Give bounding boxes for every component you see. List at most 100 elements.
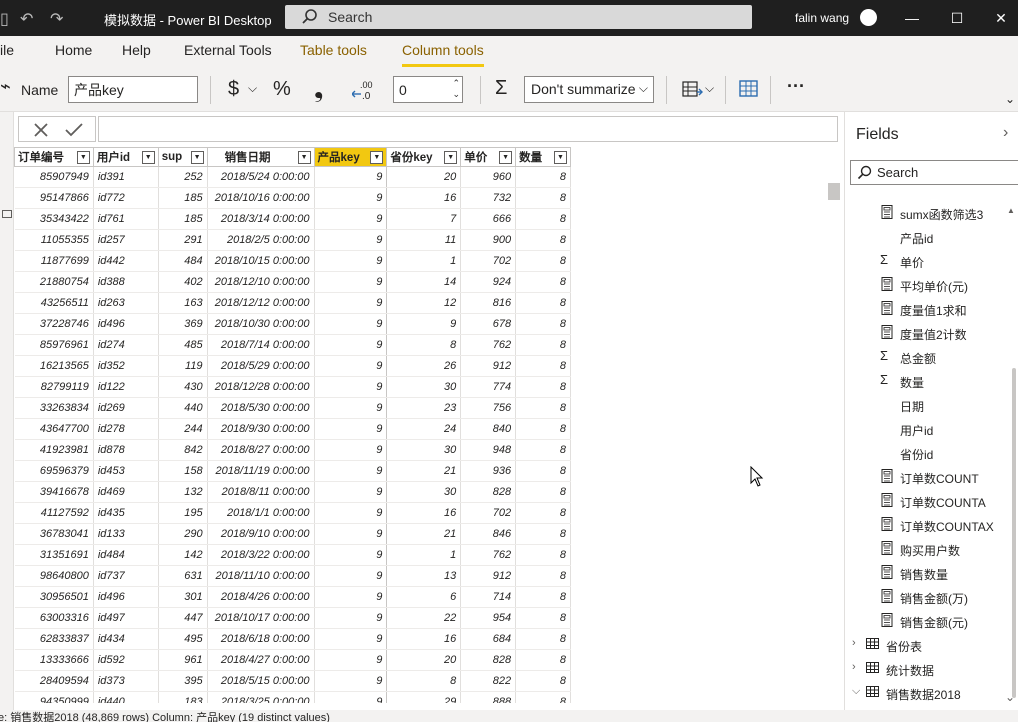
table-cell[interactable]: id442 (93, 250, 159, 272)
table-cell[interactable]: 8 (515, 670, 571, 692)
grid-scrollbar[interactable] (826, 180, 842, 700)
table-cell[interactable]: 9 (313, 649, 388, 671)
table-row[interactable]: 62833837 id434 495 2018/6/18 0:00:00 9 16 684 8 (14, 628, 571, 650)
table-cell[interactable]: 9 (313, 691, 388, 703)
table-cell[interactable]: 8 (515, 523, 571, 545)
table-cell[interactable]: 756 (460, 397, 517, 419)
table-cell[interactable]: 21 (386, 523, 462, 545)
table-cell[interactable]: 13333666 (14, 649, 94, 671)
table-cell[interactable]: 8 (515, 208, 571, 230)
table-cell[interactable]: 395 (158, 670, 208, 692)
table-cell[interactable]: 430 (158, 376, 208, 398)
table-cell[interactable]: 9 (313, 397, 388, 419)
table-cell[interactable]: 8 (386, 670, 462, 692)
table-cell[interactable]: 69596379 (14, 460, 94, 482)
summarization-dropdown[interactable]: Don't summarize ⌵ (524, 76, 654, 103)
table-cell[interactable]: 195 (158, 502, 208, 524)
table-cell[interactable]: 822 (460, 670, 517, 692)
table-cell[interactable]: 7 (386, 208, 462, 230)
table-cell[interactable]: 62833837 (14, 628, 94, 650)
table-cell[interactable]: 8 (515, 355, 571, 377)
table-cell[interactable]: 30 (386, 376, 462, 398)
table-cell[interactable]: 132 (158, 481, 208, 503)
table-cell[interactable]: 2018/10/17 0:00:00 (207, 607, 315, 629)
table-cell[interactable]: id122 (93, 376, 159, 398)
table-cell[interactable]: 961 (158, 649, 208, 671)
table-cell[interactable]: 2018/10/16 0:00:00 (207, 187, 315, 209)
table-cell[interactable]: 8 (515, 502, 571, 524)
table-cell[interactable]: 9 (386, 313, 462, 335)
table-cell[interactable]: 8 (515, 565, 571, 587)
table-cell[interactable]: 9 (313, 439, 388, 461)
table-cell[interactable]: 30 (386, 439, 462, 461)
chevron-down-icon[interactable]: ⌵ (705, 81, 714, 96)
undo-icon[interactable]: ↶ (20, 9, 33, 29)
table-cell[interactable]: 2018/4/27 0:00:00 (207, 649, 315, 671)
table-cell[interactable]: 8 (515, 544, 571, 566)
table-cell[interactable]: id496 (93, 586, 159, 608)
table-cell[interactable]: 8 (515, 376, 571, 398)
table-cell[interactable]: id263 (93, 292, 159, 314)
table-cell[interactable]: 732 (460, 187, 517, 209)
table-row[interactable]: 16213565 id352 119 2018/5/29 0:00:00 9 26 912 8 (14, 355, 571, 377)
table-cell[interactable]: 244 (158, 418, 208, 440)
table-cell[interactable]: 2018/3/22 0:00:00 (207, 544, 315, 566)
table-cell[interactable]: 22 (386, 607, 462, 629)
table-cell[interactable]: 43256511 (14, 292, 94, 314)
table-cell[interactable]: 183 (158, 691, 208, 703)
table-cell[interactable]: 912 (460, 355, 517, 377)
table-cell[interactable]: 762 (460, 334, 517, 356)
table-cell[interactable]: 714 (460, 586, 517, 608)
table-cell[interactable]: 85907949 (14, 166, 94, 188)
table-cell[interactable]: 9 (313, 250, 388, 272)
table-cell[interactable]: 36783041 (14, 523, 94, 545)
table-cell[interactable]: 6 (386, 586, 462, 608)
filter-dropdown-icon[interactable]: ▼ (444, 151, 458, 164)
table-cell[interactable]: 8 (515, 250, 571, 272)
table-cell[interactable]: 2018/5/30 0:00:00 (207, 397, 315, 419)
spin-down-icon[interactable]: ⌄ (452, 89, 460, 100)
table-cell[interactable]: 954 (460, 607, 517, 629)
table-cell[interactable]: 8 (515, 586, 571, 608)
table-cell[interactable]: 30956501 (14, 586, 94, 608)
table-cell[interactable]: id497 (93, 607, 159, 629)
table-cell[interactable]: 8 (515, 334, 571, 356)
table-cell[interactable]: 16 (386, 502, 462, 524)
table-cell[interactable]: 11055355 (14, 229, 94, 251)
table-cell[interactable]: 2018/7/14 0:00:00 (207, 334, 315, 356)
maximize-icon[interactable]: ☐ (948, 9, 966, 27)
table-cell[interactable]: 2018/5/15 0:00:00 (207, 670, 315, 692)
table-cell[interactable]: 8 (515, 313, 571, 335)
table-row[interactable]: 94350999 id440 183 2018/3/25 0:00:00 9 29 888 8 (14, 691, 571, 703)
tab-file[interactable]: ile (0, 42, 14, 58)
table-cell[interactable]: 8 (515, 481, 571, 503)
spin-up-icon[interactable]: ⌃ (452, 78, 460, 89)
table-cell[interactable]: 440 (158, 397, 208, 419)
table-cell[interactable]: 8 (515, 418, 571, 440)
table-cell[interactable]: 290 (158, 523, 208, 545)
table-cell[interactable]: 21 (386, 460, 462, 482)
scroll-up-icon[interactable]: ▲ (1007, 206, 1015, 215)
table-cell[interactable]: 8 (515, 439, 571, 461)
table-cell[interactable]: 30 (386, 481, 462, 503)
table-cell[interactable]: 82799119 (14, 376, 94, 398)
tab-home[interactable]: Home (55, 42, 92, 58)
table-cell[interactable]: 678 (460, 313, 517, 335)
scrollbar-thumb[interactable] (828, 183, 840, 200)
table-cell[interactable]: 816 (460, 292, 517, 314)
table-cell[interactable]: 20 (386, 166, 462, 188)
table-cell[interactable]: 8 (515, 187, 571, 209)
table-cell[interactable]: 2018/9/30 0:00:00 (207, 418, 315, 440)
table-cell[interactable]: 9 (313, 586, 388, 608)
tab-help[interactable]: Help (122, 42, 151, 58)
table-cell[interactable]: 21880754 (14, 271, 94, 293)
table-cell[interactable]: 9 (313, 460, 388, 482)
table-cell[interactable]: 9 (313, 418, 388, 440)
table-cell[interactable]: 702 (460, 250, 517, 272)
table-cell[interactable]: 684 (460, 628, 517, 650)
filter-dropdown-icon[interactable]: ▼ (499, 151, 513, 164)
table-cell[interactable]: 2018/5/29 0:00:00 (207, 355, 315, 377)
table-cell[interactable]: 8 (515, 271, 571, 293)
table-row[interactable]: 31351691 id484 142 2018/3/22 0:00:00 9 1 762 8 (14, 544, 571, 566)
table-cell[interactable]: 11877699 (14, 250, 94, 272)
